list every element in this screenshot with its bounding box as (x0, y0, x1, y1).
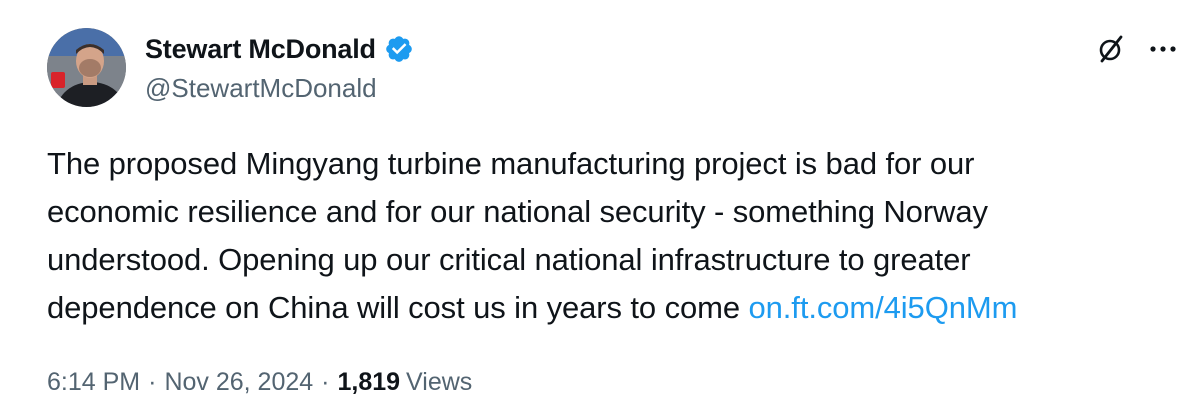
tweet-text-line: economic resilience and for our national… (47, 194, 988, 229)
tweet-text-line: understood. Opening up our critical nati… (47, 242, 971, 277)
views-count: 1,819 (337, 368, 401, 396)
meta-separator: · (148, 368, 157, 396)
tweet-card: Stewart McDonald @StewartMcDonald The pr… (0, 0, 1200, 418)
author-handle[interactable]: @StewartMcDonald (145, 73, 377, 104)
author-display-name[interactable]: Stewart McDonald (145, 34, 376, 65)
more-horizontal-icon (1150, 46, 1176, 52)
avatar[interactable] (47, 28, 126, 107)
tweet-text: The proposed Mingyang turbine manufactur… (47, 140, 1167, 332)
tweet-date[interactable]: Nov 26, 2024 (164, 368, 313, 397)
grok-button[interactable] (1094, 32, 1128, 66)
verified-badge-icon[interactable] (384, 34, 414, 64)
more-options-button[interactable] (1146, 34, 1180, 64)
avatar-photo (47, 28, 126, 107)
meta-separator: · (321, 368, 330, 396)
tweet-text-line-content: dependence on China will cost us in year… (47, 290, 749, 325)
author-name-row: Stewart McDonald (145, 31, 414, 67)
tweet-meta: 6:14 PM · Nov 26, 2024 · 1,819 Views (47, 368, 472, 397)
tweet-text-line-last: dependence on China will cost us in year… (47, 284, 1167, 332)
tweet-text-line: The proposed Mingyang turbine manufactur… (47, 146, 975, 181)
views-label: Views (406, 368, 473, 396)
grok-slash-icon (1099, 35, 1123, 63)
tweet-link[interactable]: on.ft.com/4i5QnMm (749, 290, 1018, 325)
tweet-time[interactable]: 6:14 PM (47, 368, 140, 397)
